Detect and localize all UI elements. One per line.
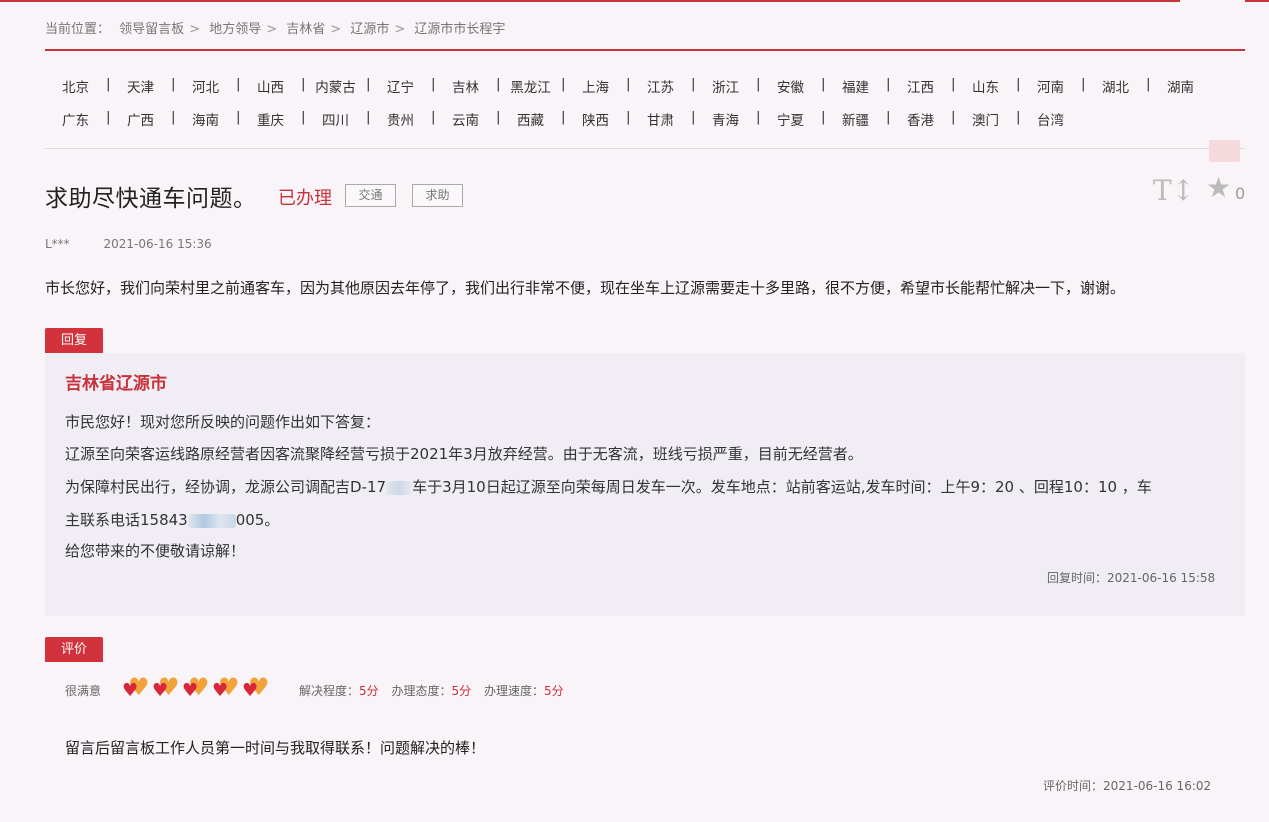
evaluation-label: 评价 [45,637,103,662]
heart-front-icon: ♥ [242,680,259,701]
reply-text: 主联系电话15843 [65,511,188,529]
reply-organization: 吉林省辽源市 [65,374,167,394]
breadcrumb-item-liaoyuan[interactable]: 辽源市 [350,22,389,37]
province-link[interactable]: 甘肃 [630,109,691,129]
rating-hearts: ♥ ♥ ♥ ♥ ♥ ♥ ♥ ♥ ♥ ♥ [122,675,272,703]
breadcrumb-item-jilin[interactable]: 吉林省 [286,22,325,37]
province-link[interactable]: 香港 [890,109,951,129]
message-meta: L*** 2021-06-16 15:36 [45,237,212,251]
author-name: L*** [45,237,70,251]
message-content: 市长您好，我们向荣村里之前通客车，因为其他原因去年停了，我们出行非常不便，现在坐… [45,279,1126,297]
score-speed-label: 办理速度： [483,684,544,698]
score-speed-value: 5分 [543,684,564,698]
tag-traffic[interactable]: 交通 [345,184,396,207]
province-link[interactable]: 山东 [955,76,1016,96]
province-link[interactable]: 宁夏 [760,109,821,129]
province-nav-row-1: 北京 | 天津 | 河北 | 山西 | 内蒙古 | 辽宁 | 吉林 | 黑龙江 | 上海 | 江苏 | 浙江 | 安徽 | 福建… [45,76,1211,96]
heart-icon: ♥ ♥ [212,675,242,703]
province-divider [45,148,1245,149]
province-link[interactable]: 上海 [565,76,626,96]
tag-help[interactable]: 求助 [412,184,463,207]
breadcrumb-divider [45,49,1245,51]
province-link[interactable]: 台湾 [1020,109,1081,129]
reply-line: 市民您好！现对您所反映的问题作出如下答复： [65,413,381,431]
reply-text: 005。 [235,511,280,529]
reply-line: 辽源至向荣客运线路原经营者因客流聚降经营亏损于2021年3月放弃经营。由于无客流… [65,445,863,463]
corner-badge [1209,140,1240,162]
province-link[interactable]: 新疆 [825,109,886,129]
breadcrumb-item-board[interactable]: 领导留言板 [119,22,184,37]
province-link[interactable]: 河北 [175,76,236,96]
province-link[interactable]: 安徽 [760,76,821,96]
province-link[interactable]: 北京 [45,76,106,96]
redacted-blur [386,480,413,495]
province-link[interactable]: 江苏 [630,76,691,96]
province-nav-row-2: 广东 | 广西 | 海南 | 重庆 | 四川 | 贵州 | 云南 | 西藏 | 陕西 | 甘肃 | 青海 | 宁夏 | 新疆 | 香… [45,109,1081,129]
province-link[interactable]: 贵州 [370,109,431,129]
province-link[interactable]: 青海 [695,109,756,129]
province-link[interactable]: 四川 [305,109,366,129]
reply-text: 为保障村民出行，经协调，龙源公司调配吉D-17 [65,478,387,496]
province-link[interactable]: 辽宁 [370,76,431,96]
province-link[interactable]: 海南 [175,109,236,129]
reply-time: 回复时间：2021-06-16 15:58 [1047,571,1216,585]
province-link[interactable]: 广东 [45,109,106,129]
breadcrumb-separator: > [394,22,406,37]
province-link[interactable]: 浙江 [695,76,756,96]
breadcrumb-item-mayor[interactable]: 辽源市市长程宇 [414,22,505,37]
province-link[interactable]: 云南 [435,109,496,129]
star-icon[interactable]: ★ [1206,171,1231,204]
province-link[interactable]: 福建 [825,76,886,96]
evaluation-scores: 解决程度：5分 办理态度：5分 办理速度：5分 [299,682,573,699]
top-line-gap [1180,0,1245,2]
breadcrumb: 当前位置： 领导留言板 > 地方领导 > 吉林省 > 辽源市 > 辽源市市长程宇 [45,18,510,37]
status-label: 已办理 [278,188,332,209]
breadcrumb-prefix: 当前位置： [45,22,111,37]
score-attitude-value: 5分 [451,684,472,698]
top-accent-line [0,0,1269,2]
reply-line: 主联系电话15843 005。 [65,509,279,530]
satisfaction-level: 很满意 [65,684,102,698]
heart-icon: ♥ ♥ [152,675,182,703]
font-size-toggle-icon[interactable]: T↕ [1153,174,1195,207]
heart-icon: ♥ ♥ [182,675,212,703]
score-resolution-value: 5分 [359,684,379,698]
breadcrumb-separator: > [189,22,201,37]
evaluation-time: 评价时间：2021-06-16 16:02 [1043,779,1212,793]
breadcrumb-item-local-leaders[interactable]: 地方领导 [209,22,261,37]
heart-front-icon: ♥ [182,680,199,701]
province-link[interactable]: 陕西 [565,109,626,129]
province-link[interactable]: 河南 [1020,76,1081,96]
redacted-blur [187,513,236,528]
breadcrumb-separator: > [266,22,278,37]
reply-line: 为保障村民出行，经协调，龙源公司调配吉D-17 车于3月10日起辽源至向荣每周日发… [65,476,1152,497]
message-title: 求助尽快通车问题。 [45,186,257,212]
province-link[interactable]: 天津 [110,76,171,96]
province-link[interactable]: 黑龙江 [500,76,561,96]
province-link[interactable]: 广西 [110,109,171,129]
heart-front-icon: ♥ [122,680,139,701]
score-resolution-label: 解决程度： [299,684,360,698]
province-link[interactable]: 吉林 [435,76,496,96]
province-link[interactable]: 山西 [240,76,301,96]
province-link[interactable]: 湖南 [1150,76,1211,96]
province-link[interactable]: 澳门 [955,109,1016,129]
heart-front-icon: ♥ [212,680,229,701]
evaluation-text: 留言后留言板工作人员第一时间与我取得联系！问题解决的棒！ [65,739,486,757]
reply-text: 车于3月10日起辽源至向荣每周日发车一次。发车地点：站前客运站,发车时间：上午9… [412,478,1152,496]
reply-label: 回复 [45,328,103,353]
province-link[interactable]: 江西 [890,76,951,96]
score-attitude-label: 办理态度： [391,684,452,698]
message-date: 2021-06-16 15:36 [103,237,212,251]
heart-icon: ♥ ♥ [122,675,152,703]
favorite-count: 0 [1235,184,1246,203]
heart-front-icon: ♥ [152,680,169,701]
province-link[interactable]: 湖北 [1085,76,1146,96]
province-link[interactable]: 内蒙古 [305,76,366,96]
breadcrumb-separator: > [330,22,342,37]
province-link[interactable]: 重庆 [240,109,301,129]
heart-icon: ♥ ♥ [242,675,272,703]
province-link[interactable]: 西藏 [500,109,561,129]
reply-line: 给您带来的不便敬请谅解！ [65,542,246,560]
